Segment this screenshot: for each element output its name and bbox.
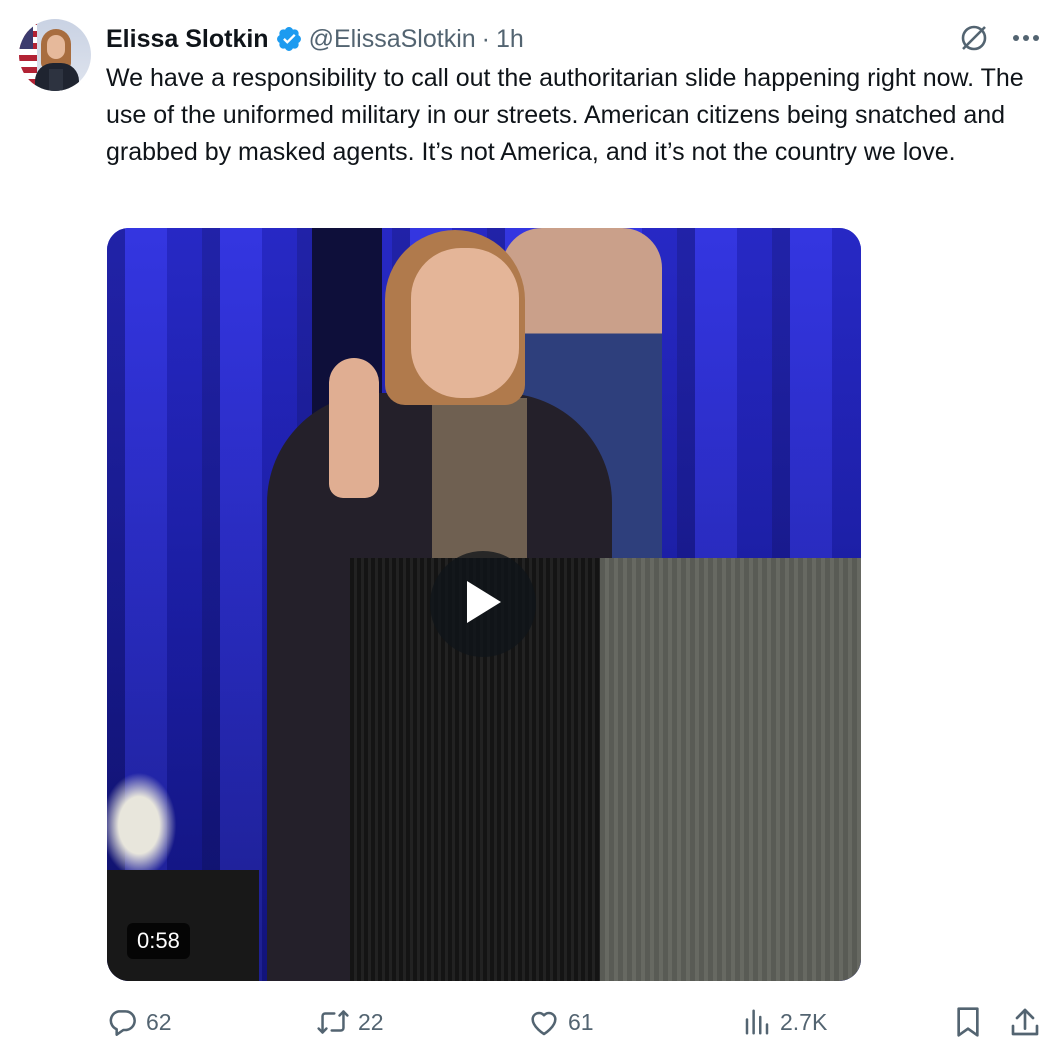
like-button[interactable]: 61: [528, 1002, 594, 1042]
header-separator: ·: [481, 24, 490, 53]
repost-button[interactable]: 22: [316, 1002, 384, 1042]
avatar-flag-canton: [19, 19, 33, 49]
author-handle[interactable]: @ElissaSlotkin: [309, 25, 476, 54]
video-frame-podium-side: [600, 558, 861, 981]
reply-icon: [106, 1006, 138, 1038]
repost-count: 22: [358, 1008, 384, 1035]
bookmark-icon: [954, 1006, 982, 1038]
video-frame-plant: [107, 758, 187, 870]
video-frame-raised-hand: [329, 358, 379, 498]
share-icon: [1010, 1006, 1040, 1038]
play-button[interactable]: [430, 551, 536, 657]
share-button[interactable]: [1010, 1002, 1040, 1042]
grok-icon[interactable]: [958, 22, 990, 54]
views-icon: [742, 1007, 772, 1037]
avatar[interactable]: [19, 19, 91, 91]
verified-badge-icon[interactable]: [275, 25, 303, 53]
video-player[interactable]: 0:58: [107, 228, 861, 981]
top-actions: [958, 22, 1040, 54]
more-icon[interactable]: [1012, 34, 1040, 42]
bookmark-button[interactable]: [954, 1002, 982, 1042]
tweet-actions: 62 22 61 2.7K: [106, 1002, 1042, 1042]
video-duration: 0:58: [127, 923, 190, 959]
repost-icon: [316, 1006, 350, 1038]
author-name[interactable]: Elissa Slotkin: [106, 25, 269, 54]
reply-count: 62: [146, 1008, 172, 1035]
tweet-header: Elissa Slotkin @ElissaSlotkin · 1h: [106, 22, 524, 56]
avatar-face: [47, 35, 65, 59]
video-frame-speaker-face: [411, 248, 519, 398]
reply-button[interactable]: 62: [106, 1002, 172, 1042]
like-icon: [528, 1007, 560, 1037]
play-icon: [463, 579, 503, 630]
views-count: 2.7K: [780, 1008, 828, 1035]
views-button[interactable]: 2.7K: [742, 1002, 827, 1042]
tweet-timestamp[interactable]: 1h: [496, 25, 524, 54]
tweet-text: We have a responsibility to call out the…: [106, 64, 1024, 166]
avatar-podium: [49, 69, 63, 91]
like-count: 61: [568, 1008, 594, 1035]
